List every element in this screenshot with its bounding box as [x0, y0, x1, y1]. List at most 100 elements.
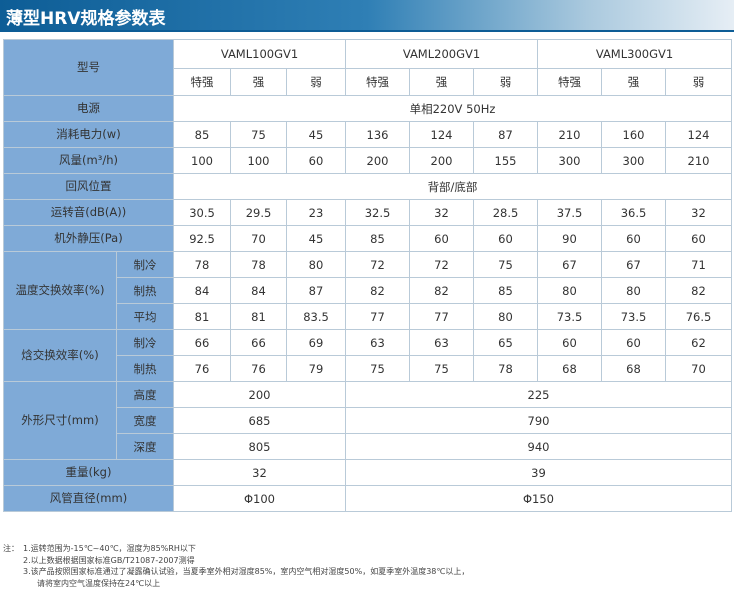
table-cell: 940: [345, 433, 732, 460]
table-cell: 72: [409, 251, 474, 278]
table-cell: 60: [537, 329, 602, 356]
table-cell: 100: [173, 147, 231, 174]
spec-table-body: 型号 VAML100GV1 VAML200GV1 VAML300GV1 特强 强…: [3, 39, 732, 512]
table-cell: 136: [345, 121, 410, 148]
table-cell: 60: [601, 225, 666, 252]
table-cell: 45: [286, 225, 346, 252]
table-cell: 100: [230, 147, 287, 174]
table-cell: 200: [409, 147, 474, 174]
footnote-text: 2.以上数据根据国家标准GB/T21087-2007测得: [23, 555, 195, 565]
table-row-air-volume: 风量(m³/h) 100 100 60 200 200 155 300 300 …: [3, 147, 732, 174]
table-cell: 82: [665, 277, 732, 304]
sublabel-heat: 制热: [116, 277, 174, 304]
table-cell: 805: [173, 433, 346, 460]
table-cell: 79: [286, 355, 346, 382]
table-cell: 80: [601, 277, 666, 304]
table-cell: 81: [230, 303, 287, 330]
table-cell: 32.5: [345, 199, 410, 226]
table-cell: 32: [173, 459, 346, 486]
label-air-volume: 风量(m³/h): [3, 147, 174, 174]
level-header: 弱: [286, 68, 346, 96]
footnote-text: 1.运转范围为-15℃~40℃，湿度为85%RH以下: [23, 544, 196, 553]
sublabel-cool: 制冷: [116, 251, 174, 278]
table-cell: 68: [537, 355, 602, 382]
table-cell: 77: [345, 303, 410, 330]
table-cell: 30.5: [173, 199, 231, 226]
table-row-temp-cool: 温度交换效率(%) 制冷 78 78 80 72 72 75 67 67 71: [3, 251, 732, 330]
table-cell: 72: [345, 251, 410, 278]
table-cell: 92.5: [173, 225, 231, 252]
table-cell: 65: [473, 329, 538, 356]
table-cell: 75: [345, 355, 410, 382]
sublabel-height: 高度: [116, 381, 174, 408]
table-row-enth-cool: 焓交换效率(%) 制冷 66 66 69 63 63 65 60 60 62: [3, 329, 732, 382]
level-header: 特强: [537, 68, 602, 96]
table-cell: 29.5: [230, 199, 287, 226]
table-cell: 300: [537, 147, 602, 174]
table-cell: 84: [173, 277, 231, 304]
title-underline: [0, 30, 734, 32]
spec-table: 型号 VAML100GV1 VAML200GV1 VAML300GV1 特强 强…: [3, 39, 732, 512]
sublabel-width: 宽度: [116, 407, 174, 434]
label-noise: 运转音(dB(A)): [3, 199, 174, 226]
level-header: 强: [601, 68, 666, 96]
table-row-height: 外形尺寸(mm) 高度 200 225: [3, 381, 732, 460]
level-header: 弱: [665, 68, 732, 96]
table-cell: 80: [473, 303, 538, 330]
footnote-line: 2.以上数据根据国家标准GB/T21087-2007测得: [3, 555, 731, 567]
table-cell: 300: [601, 147, 666, 174]
label-model: 型号: [3, 39, 174, 96]
table-cell: 32: [409, 199, 474, 226]
table-cell: 210: [537, 121, 602, 148]
label-power-consumption: 消耗电力(w): [3, 121, 174, 148]
table-cell: 90: [537, 225, 602, 252]
cell-return-position: 背部/底部: [173, 173, 732, 200]
cell-power-supply: 单相220V 50Hz: [173, 95, 732, 122]
table-cell: 73.5: [537, 303, 602, 330]
label-dimensions: 外形尺寸(mm): [3, 381, 117, 460]
table-row-return-position: 回风位置 背部/底部: [3, 173, 732, 200]
table-cell: 75: [473, 251, 538, 278]
table-cell: 37.5: [537, 199, 602, 226]
table-cell: Φ100: [173, 485, 346, 512]
sublabel-average: 平均: [116, 303, 174, 330]
label-return-position: 回风位置: [3, 173, 174, 200]
table-row-noise: 运转音(dB(A)) 30.5 29.5 23 32.5 32 28.5 37.…: [3, 199, 732, 226]
table-row-power-consumption: 消耗电力(w) 85 75 45 136 124 87 210 160 124: [3, 121, 732, 148]
table-cell: 200: [173, 381, 346, 408]
table-cell: 76.5: [665, 303, 732, 330]
table-cell: 39: [345, 459, 732, 486]
table-cell: 85: [345, 225, 410, 252]
table-cell: 73.5: [601, 303, 666, 330]
table-cell: 160: [601, 121, 666, 148]
label-duct: 风管直径(mm): [3, 485, 174, 512]
table-cell: 225: [345, 381, 732, 408]
table-cell: 70: [230, 225, 287, 252]
table-cell: 83.5: [286, 303, 346, 330]
table-cell: 78: [173, 251, 231, 278]
table-cell: 60: [409, 225, 474, 252]
table-cell: 87: [473, 121, 538, 148]
model-header: VAML100GV1: [173, 39, 346, 69]
level-header: 特强: [345, 68, 410, 96]
sublabel-depth: 深度: [116, 433, 174, 460]
page-title: 薄型HRV规格参数表: [6, 9, 166, 29]
footnote-prefix: 注：: [3, 544, 19, 553]
table-cell: 60: [473, 225, 538, 252]
model-header: VAML300GV1: [537, 39, 732, 69]
table-cell: 85: [473, 277, 538, 304]
level-header: 强: [409, 68, 474, 96]
table-cell: 78: [230, 251, 287, 278]
footnote-line: 请将室内空气温度保持在24℃以上: [3, 578, 731, 590]
table-cell: 66: [173, 329, 231, 356]
table-cell: 124: [665, 121, 732, 148]
label-weight: 重量(kg): [3, 459, 174, 486]
table-cell: 790: [345, 407, 732, 434]
table-cell: 85: [173, 121, 231, 148]
sublabel-cool: 制冷: [116, 329, 174, 356]
table-row-duct: 风管直径(mm) Φ100 Φ150: [3, 485, 732, 512]
label-static-pressure: 机外静压(Pa): [3, 225, 174, 252]
table-cell: 67: [601, 251, 666, 278]
table-cell: 78: [473, 355, 538, 382]
table-cell: 124: [409, 121, 474, 148]
